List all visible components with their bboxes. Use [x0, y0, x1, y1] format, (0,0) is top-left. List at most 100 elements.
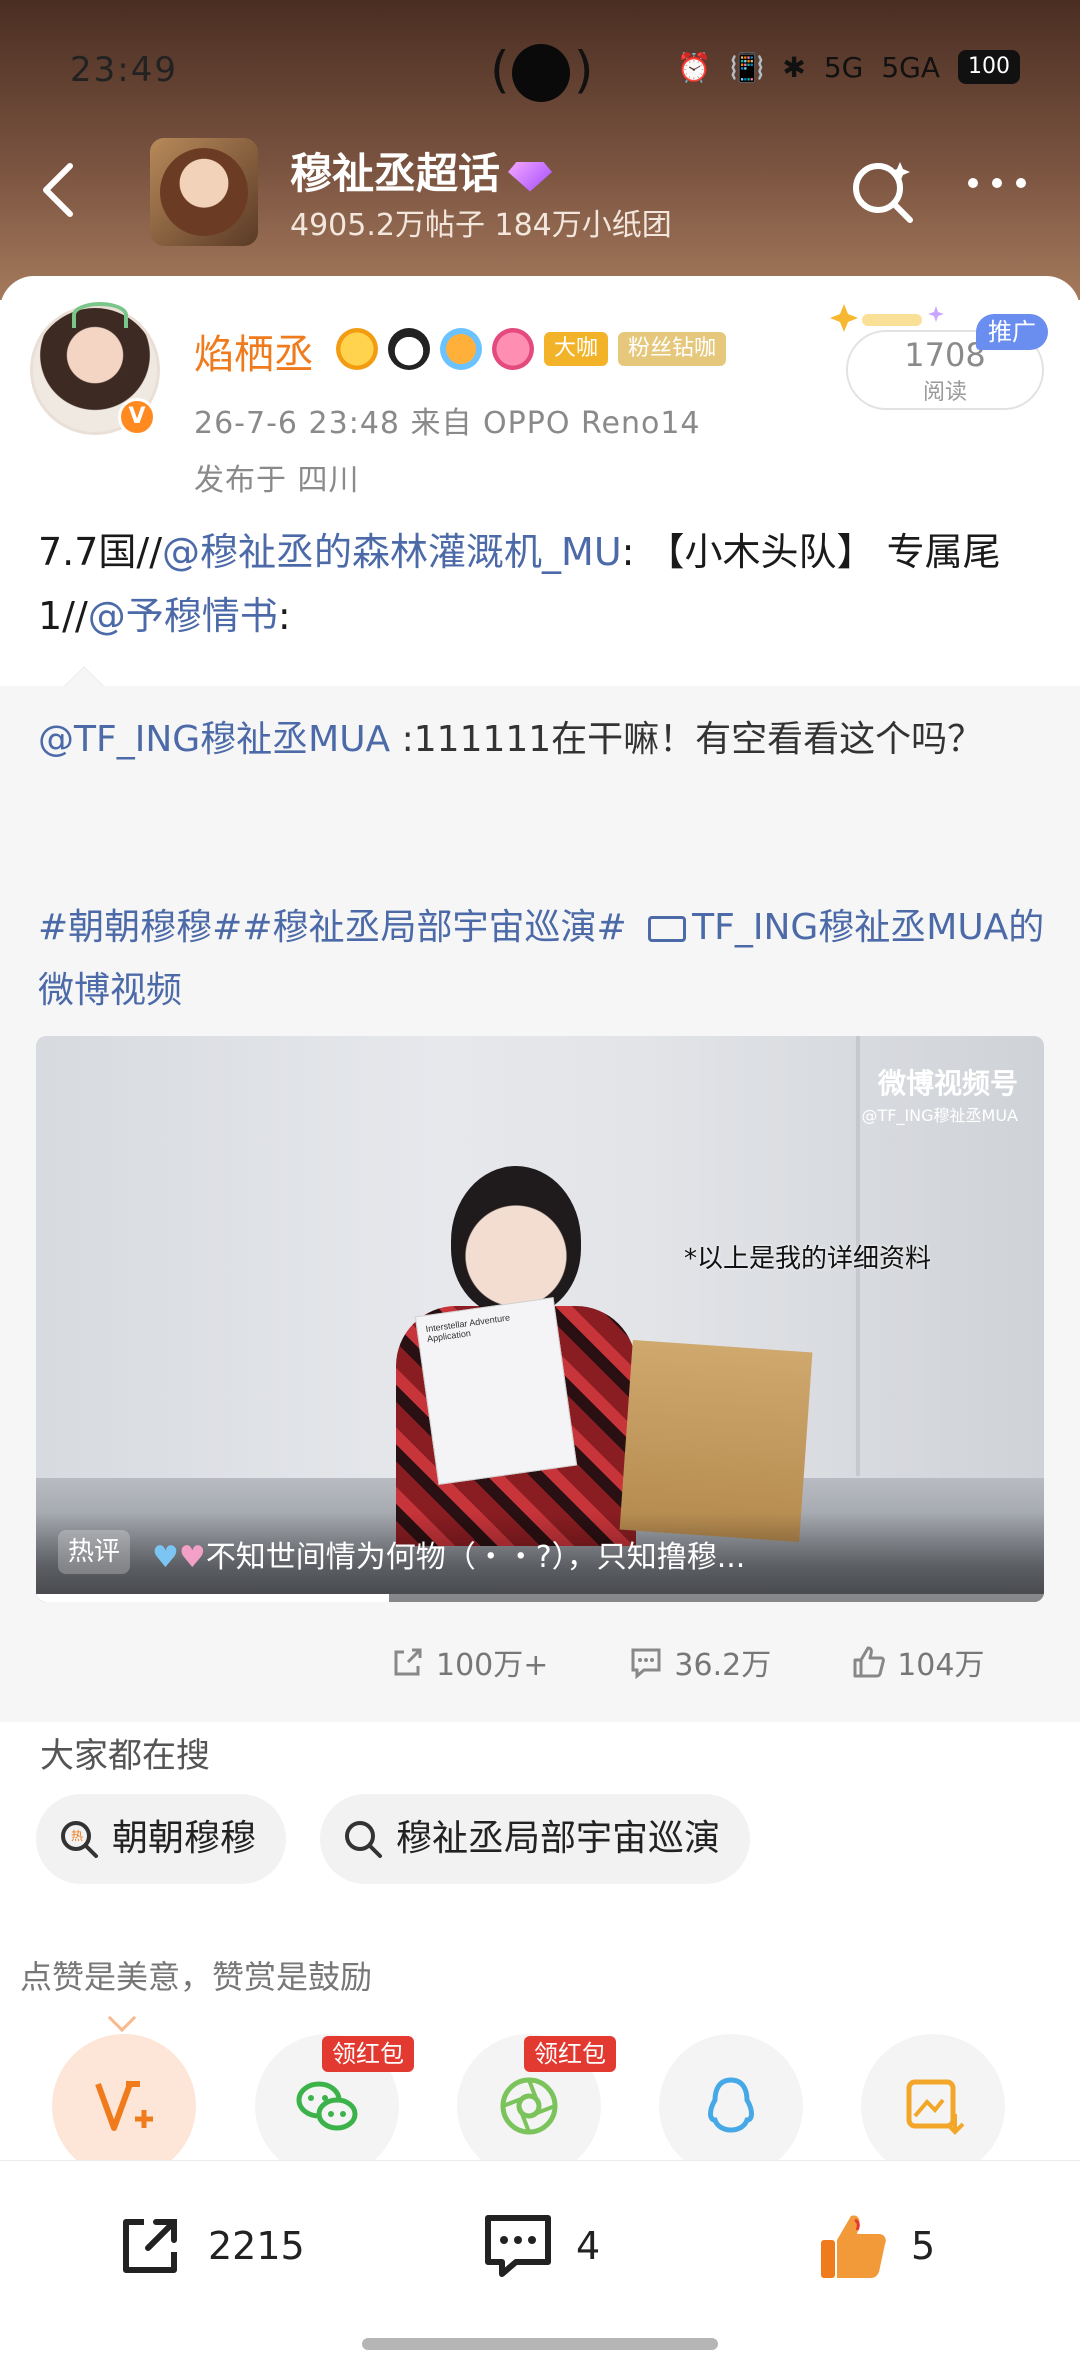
more-icon[interactable]: [968, 178, 1026, 188]
person-head: [451, 1166, 581, 1316]
search-pill-label: 朝朝穆穆: [112, 1818, 257, 1859]
hot-search-icon: 热: [61, 1821, 98, 1858]
hashtag-link[interactable]: #朝朝穆穆##穆祉丞局部宇宙巡演#: [38, 907, 627, 948]
gem-icon: [508, 161, 553, 192]
bottom-comment-button[interactable]: 4: [480, 2208, 600, 2284]
mention-link[interactable]: @穆祉丞的森林灌溉机_MU: [162, 530, 622, 574]
bottom-comment-count: 4: [576, 2224, 601, 2268]
repost-body: :111111在干嘛！有空看看这个吗？: [390, 719, 984, 760]
post-location: 发布于 四川: [194, 463, 360, 498]
repost-like-action[interactable]: 104万: [851, 1640, 984, 1684]
search-pill-2[interactable]: 穆祉丞局部宇宙巡演: [320, 1794, 751, 1884]
share-icon: [394, 1648, 422, 1676]
comment-icon: [631, 1648, 661, 1680]
video-watermark: 微博视频号 @TF_ING穆祉丞MUA: [861, 1062, 1018, 1126]
like-count: 104万: [897, 1648, 985, 1683]
hot-comment[interactable]: ♥♥不知世间情为何物（・・?），只知撸穆...: [152, 1532, 745, 1576]
save-image-button[interactable]: [861, 2034, 1005, 2178]
bottom-like-button[interactable]: 5: [815, 2208, 935, 2284]
comment-count: 36.2万: [674, 1648, 772, 1683]
watermark-sub: @TF_ING穆祉丞MUA: [861, 1106, 1018, 1125]
repost-comment-action[interactable]: 36.2万: [628, 1640, 771, 1684]
crown-badge-icon: [336, 328, 378, 370]
bluetooth-icon: ✱: [782, 50, 806, 84]
repost-share-action[interactable]: 100万+: [390, 1640, 548, 1684]
video-progress-fill: [36, 1594, 389, 1602]
alarm-icon: ⏰: [676, 50, 712, 84]
search-icon[interactable]: [850, 158, 916, 224]
tag-dakа: 大咖: [544, 332, 609, 366]
camera-bracket-right: ): [574, 41, 594, 99]
read-label: 阅读: [922, 380, 967, 405]
mention-link-2[interactable]: @予穆情书: [88, 594, 278, 638]
qq-share-button[interactable]: [659, 2034, 803, 2178]
search-pill[interactable]: 热 朝朝穆穆: [36, 1794, 287, 1884]
topic-title[interactable]: 穆祉丞超话: [290, 140, 553, 201]
battery-icon: 100: [958, 50, 1020, 84]
reward-button[interactable]: [52, 2034, 196, 2178]
camera-lens: [512, 44, 570, 102]
fish-badge-icon: [440, 328, 482, 370]
camera-bracket-left: (: [490, 41, 510, 99]
back-icon[interactable]: [38, 160, 78, 220]
save-image-icon: [906, 2079, 965, 2135]
video-link-icon: [648, 916, 687, 942]
qq-icon: [708, 2077, 754, 2133]
repost-hashtags: #朝朝穆穆##穆祉丞局部宇宙巡演# TF_ING穆祉丞MUA的微博视频: [38, 896, 1048, 1022]
like-prompt: 点赞是美意，赞赏是鼓励: [20, 1958, 373, 1996]
status-icons: ⏰ 📳 ✱ 5G 5GA 100: [677, 50, 1020, 84]
home-indicator: [362, 2338, 718, 2350]
repost-icon: [123, 2219, 177, 2273]
vibrate-icon: 📳: [729, 50, 765, 84]
topic-avatar[interactable]: [150, 138, 258, 246]
search-pill-label-2: 穆祉丞局部宇宙巡演: [396, 1818, 721, 1859]
panda-badge-icon: [388, 328, 430, 370]
searching-label: 大家都在搜: [40, 1736, 210, 1776]
post-meta: 26-7-6 23:48 来自 OPPO Reno14: [194, 406, 701, 441]
heart-icon: ♥: [152, 1540, 179, 1575]
search-icon-2: [345, 1821, 382, 1858]
hot-comment-tag: 热评: [58, 1530, 131, 1574]
wechat-icon: [296, 2081, 358, 2131]
tag-fan-diamond: 粉丝钻咖: [618, 332, 727, 366]
bottom-repost-button[interactable]: 2215: [112, 2208, 305, 2284]
repost-count: 100万+: [436, 1648, 549, 1683]
watermark-main: 微博视频号: [877, 1067, 1018, 1100]
author-badges: 大咖 粉丝钻咖: [336, 328, 727, 370]
moments-icon: [500, 2077, 558, 2135]
post-prefix: 7.7国//: [38, 530, 163, 574]
signal-icon: 5G: [823, 50, 864, 84]
front-camera: ( ): [490, 40, 594, 104]
level-badge-icon: [492, 328, 534, 370]
post-suffix: :: [277, 594, 291, 638]
reward-icon: [95, 2081, 153, 2131]
avatar-decoration: [72, 302, 128, 328]
verified-icon: V: [118, 398, 156, 436]
video-player[interactable]: Interstellar Adventure Application 微博视频号…: [36, 1036, 1044, 1602]
hot-comment-text: 不知世间情为何物（・・?），只知撸穆...: [205, 1540, 746, 1575]
comment-bubble-icon: [485, 2215, 551, 2277]
bottom-repost-count: 2215: [208, 2224, 305, 2268]
heart-icon-2: ♥: [178, 1540, 206, 1575]
post-text: 7.7国//@穆祉丞的森林灌溉机_MU: 【小木头队】 专属尾1//@予穆情书:: [38, 520, 1048, 648]
thumbs-up-icon: [821, 2215, 886, 2278]
status-bar: 23:49 ( ) ⏰ 📳 ✱ 5G 5GA 100: [0, 40, 1080, 102]
status-time: 23:49: [70, 50, 178, 90]
video-caption: *以上是我的详细资料: [684, 1244, 932, 1274]
repost-actions: 100万+ 36.2万 104万: [390, 1640, 984, 1684]
topic-stats: 4905.2万帖子 184万小纸团: [290, 208, 672, 243]
video-progress[interactable]: [36, 1594, 1044, 1602]
red-packet-badge-2: 领红包: [524, 2036, 616, 2072]
red-packet-badge: 领红包: [322, 2036, 414, 2072]
repost-text: @TF_ING穆祉丞MUA :111111在干嘛！有空看看这个吗？: [38, 708, 1048, 771]
repost-mention[interactable]: @TF_ING穆祉丞MUA: [38, 719, 390, 760]
bottom-like-count: 5: [911, 2224, 936, 2268]
promo-badge[interactable]: 推广: [976, 314, 1048, 350]
topic-title-text: 穆祉丞超话: [290, 149, 501, 198]
like-icon: [853, 1646, 886, 1678]
signal-icon-2: 5GA: [881, 50, 940, 84]
author-name[interactable]: 焰栖丞: [194, 322, 314, 380]
application-paper: Interstellar Adventure Application: [414, 1297, 578, 1485]
topic-header: 23:49 ( ) ⏰ 📳 ✱ 5G 5GA 100 穆祉丞超话 4905.2万…: [0, 0, 1080, 300]
svg-text:热: 热: [71, 1829, 83, 1843]
